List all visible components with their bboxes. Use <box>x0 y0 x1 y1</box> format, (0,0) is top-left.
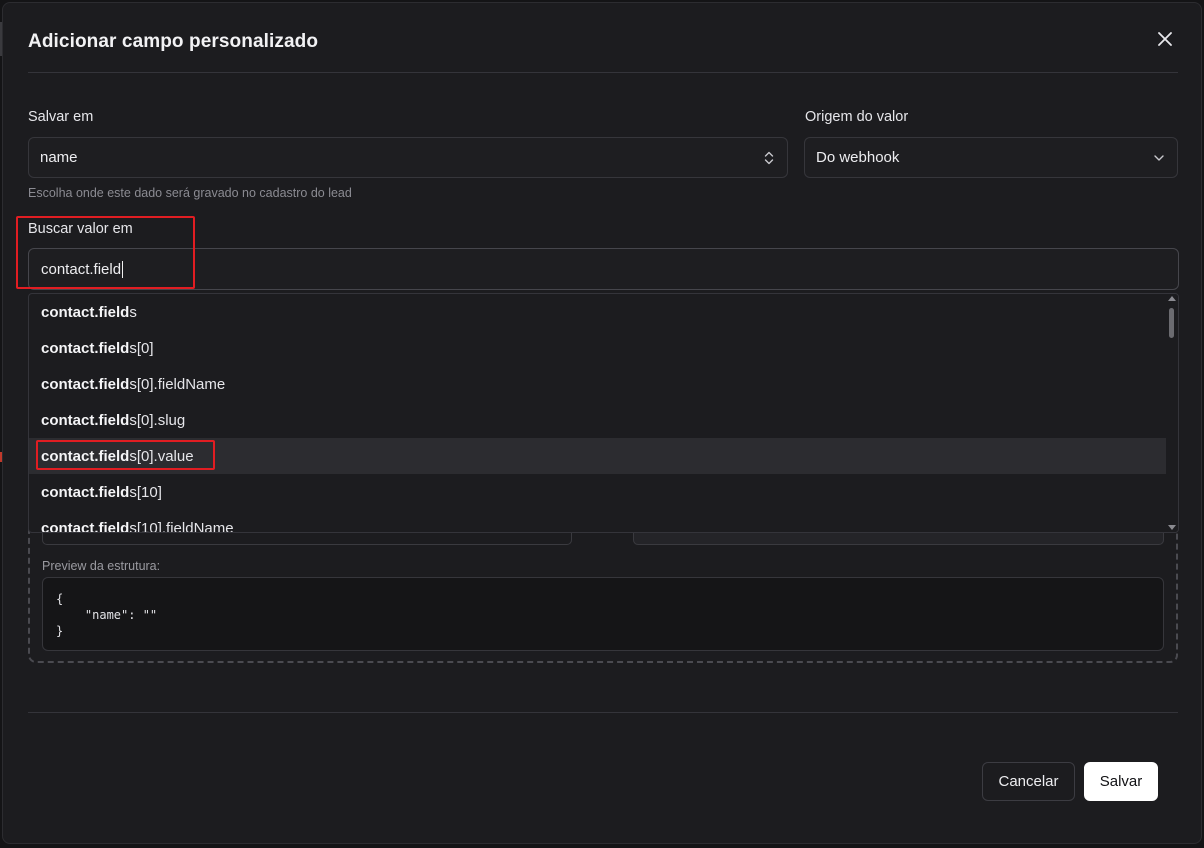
suggestion-item[interactable]: contact.field s <box>29 294 1167 330</box>
preview-code: { "name": "" } <box>42 577 1164 651</box>
footer-divider <box>28 712 1178 713</box>
value-origin-value: Do webhook <box>816 149 900 166</box>
dialog-title: Adicionar campo personalizado <box>28 31 319 52</box>
suggestion-item[interactable]: contact.field s[0].fieldName <box>29 366 1167 402</box>
search-value-input[interactable]: contact.field <box>28 248 1179 290</box>
scroll-up-icon[interactable] <box>1168 296 1176 301</box>
suggestion-match: contact.field <box>41 411 130 429</box>
save-in-select[interactable]: name <box>28 137 788 178</box>
suggestions-dropdown: contact.field s contact.field s[0] contact… <box>28 293 1179 533</box>
suggestion-rest: s[0] <box>129 339 154 357</box>
save-in-hint: Escolha onde este dado será gravado no c… <box>28 186 352 200</box>
save-in-label: Salvar em <box>28 109 94 125</box>
custom-field-dialog: Adicionar campo personalizado Salvar em … <box>2 2 1202 844</box>
value-origin-label: Origem do valor <box>805 109 909 125</box>
suggestion-rest: s[10] <box>129 483 162 501</box>
suggestion-rest: s[0].fieldName <box>129 375 226 393</box>
preview-label: Preview da estrutura: <box>42 559 161 573</box>
suggestion-match: contact.field <box>41 339 130 357</box>
scroll-thumb[interactable] <box>1169 308 1174 338</box>
hidden-field-edge <box>42 533 572 545</box>
cancel-button[interactable]: Cancelar <box>982 762 1075 801</box>
highlight-box-active-suggestion <box>36 440 215 470</box>
suggestion-match: contact.field <box>41 303 130 321</box>
close-button[interactable] <box>1155 29 1175 49</box>
suggestion-rest: s <box>129 303 137 321</box>
suggestion-item[interactable]: contact.field s[0] <box>29 330 1167 366</box>
suggestion-rest: s[10].fieldName <box>129 519 234 533</box>
suggestion-match: contact.field <box>41 483 130 501</box>
value-origin-select[interactable]: Do webhook <box>804 137 1178 178</box>
chevron-down-icon <box>1154 155 1164 161</box>
suggestion-item[interactable]: contact.field s[10].fieldName <box>29 510 1167 533</box>
header-divider <box>28 72 1178 73</box>
suggestion-item[interactable]: contact.field s[10] <box>29 474 1167 510</box>
hidden-field-edge <box>633 533 1164 545</box>
suggestion-item[interactable]: contact.field s[0].slug <box>29 402 1167 438</box>
suggestion-match: contact.field <box>41 519 130 533</box>
suggestion-match: contact.field <box>41 375 130 393</box>
suggestion-rest: s[0].slug <box>129 411 186 429</box>
close-icon <box>1158 32 1172 46</box>
chevron-up-down-icon <box>764 151 774 165</box>
save-in-value: name <box>40 149 78 166</box>
highlight-box-search-field <box>16 216 195 289</box>
scroll-down-icon[interactable] <box>1168 525 1176 530</box>
save-button[interactable]: Salvar <box>1084 762 1158 801</box>
dropdown-scrollbar[interactable] <box>1166 294 1178 532</box>
